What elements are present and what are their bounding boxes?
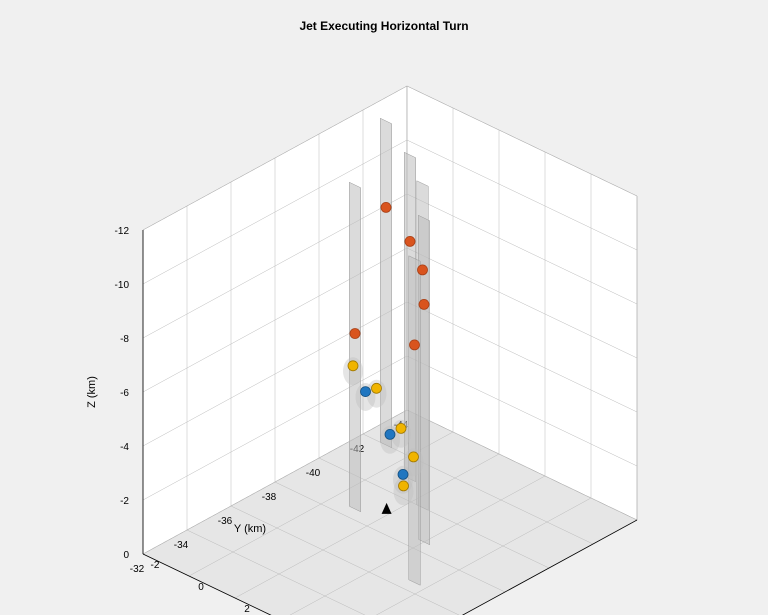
svg-text:-38: -38 (262, 492, 277, 503)
svg-text:0: 0 (198, 582, 204, 593)
svg-text:-8: -8 (120, 334, 129, 345)
data-point (381, 202, 391, 212)
data-point (405, 236, 415, 246)
svg-text:-32: -32 (130, 564, 145, 575)
chart-title: Jet Executing Horizontal Turn (299, 19, 468, 33)
data-point (348, 361, 358, 371)
svg-text:-2: -2 (120, 496, 129, 507)
chart-container: Jet Executing Horizontal Turn -202468-44… (0, 0, 768, 615)
y-axis-label: Y (km) (234, 523, 266, 535)
data-point (409, 452, 419, 462)
svg-text:-4: -4 (120, 442, 129, 453)
svg-text:-40: -40 (306, 468, 321, 479)
data-point (419, 299, 429, 309)
svg-text:-36: -36 (218, 516, 233, 527)
data-point (410, 340, 420, 350)
data-point (385, 429, 395, 439)
svg-text:2: 2 (244, 604, 250, 615)
data-point (418, 265, 428, 275)
data-point (398, 469, 408, 479)
svg-text:-12: -12 (115, 226, 130, 237)
svg-text:-10: -10 (115, 280, 130, 291)
z-axis-label: Z (km) (86, 376, 98, 408)
svg-text:-2: -2 (151, 560, 160, 571)
data-point (399, 481, 409, 491)
data-point (396, 423, 406, 433)
data-point (361, 387, 371, 397)
svg-text:-34: -34 (174, 540, 189, 551)
plot-3d: Jet Executing Horizontal Turn -202468-44… (0, 0, 768, 615)
data-point (372, 383, 382, 393)
data-point (350, 329, 360, 339)
svg-text:-6: -6 (120, 388, 129, 399)
svg-text:0: 0 (123, 550, 129, 561)
